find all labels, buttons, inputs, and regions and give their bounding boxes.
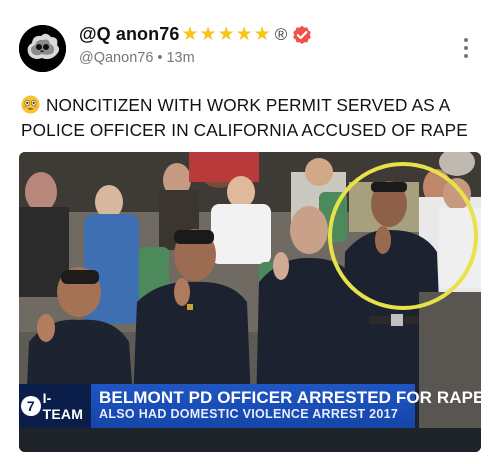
handle[interactable]: @Qanon76 — [79, 50, 153, 66]
channel-seven-icon: 7 — [21, 396, 41, 416]
news-headline: BELMONT PD OFFICER ARRESTED FOR RAPE — [99, 388, 481, 407]
timestamp: 13m — [166, 50, 195, 66]
kebab-dot — [464, 54, 468, 58]
post-header: @Q anon76 ★ ★ ★ ★ ★ ® @Qanon76 • 13m — [0, 0, 500, 82]
star-icon: ★ — [181, 24, 199, 45]
avatar[interactable] — [19, 25, 66, 72]
verified-badge-icon — [293, 25, 312, 44]
more-vertical-icon[interactable] — [456, 36, 476, 60]
kebab-dot — [464, 38, 468, 42]
display-name[interactable]: @Q anon76 — [79, 24, 179, 45]
meta-row: @Qanon76 • 13m — [79, 50, 195, 66]
name-row: @Q anon76 ★ ★ ★ ★ ★ ® — [79, 24, 312, 45]
registered-mark: ® — [274, 24, 288, 44]
post-body: NONCITIZEN WITH WORK PERMIT SERVED AS A … — [21, 95, 468, 140]
star-icon: ★ — [253, 24, 271, 45]
news-subhead: ALSO HAD DOMESTIC VIOLENCE ARREST 2017 — [99, 407, 399, 421]
star-icon: ★ — [199, 24, 217, 45]
post-text: NONCITIZEN WITH WORK PERMIT SERVED AS A … — [21, 93, 491, 143]
kebab-dot — [464, 46, 468, 50]
skull-avatar-icon — [19, 25, 66, 72]
program-name: I-TEAM — [42, 390, 84, 422]
station-logo: 7 I-TEAM — [19, 384, 91, 428]
star-rating: ★ ★ ★ ★ ★ — [181, 25, 271, 44]
star-icon: ★ — [235, 24, 253, 45]
flushed-face-emoji-icon — [21, 95, 40, 114]
separator-dot: • — [157, 50, 163, 66]
post-image[interactable]: 7 I-TEAM BELMONT PD OFFICER ARRESTED FOR… — [19, 152, 481, 452]
news-lower-third: 7 I-TEAM BELMONT PD OFFICER ARRESTED FOR… — [19, 384, 481, 428]
star-icon: ★ — [217, 24, 235, 45]
headline-box: BELMONT PD OFFICER ARRESTED FOR RAPE ALS… — [91, 384, 481, 428]
